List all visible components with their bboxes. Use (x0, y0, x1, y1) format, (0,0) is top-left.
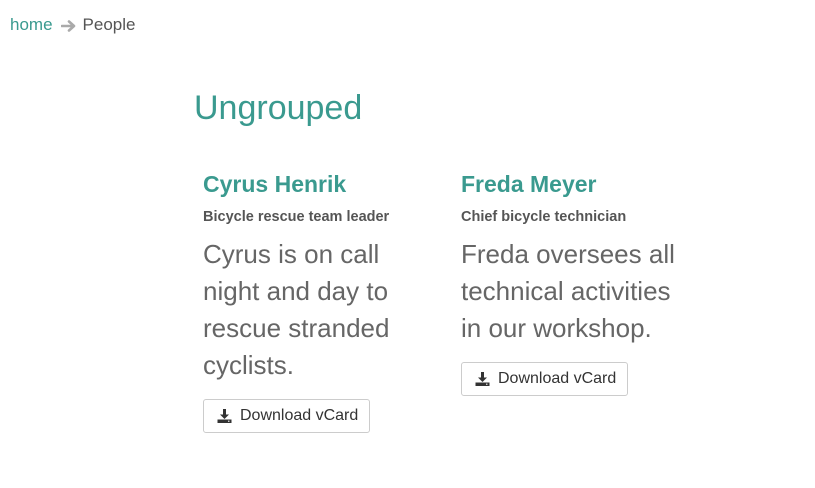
download-vcard-button[interactable]: Download vCard (461, 362, 629, 396)
breadcrumb-current: People (82, 15, 136, 34)
download-vcard-label: Download vCard (240, 407, 359, 424)
person-card-freda-meyer: Freda Meyer Chief bicycle technician Fre… (461, 167, 681, 396)
breadcrumb-home-link[interactable]: home (10, 15, 53, 35)
download-icon (217, 409, 232, 423)
person-role: Chief bicycle technician (461, 209, 627, 225)
person-bio: Freda oversees all technical activities … (461, 239, 675, 343)
person-bio: Cyrus is on call night and day to rescue… (203, 239, 390, 380)
download-vcard-label: Download vCard (498, 370, 617, 387)
person-card-cyrus-henrik: Cyrus Henrik Bicycle rescue team leader … (203, 167, 423, 433)
download-icon (475, 372, 490, 386)
group-title: Ungrouped (194, 89, 363, 127)
breadcrumb: home People (10, 14, 135, 36)
arrow-right-icon (60, 18, 77, 32)
person-name: Freda Meyer (461, 171, 597, 197)
download-vcard-button[interactable]: Download vCard (203, 399, 371, 433)
person-name: Cyrus Henrik (203, 171, 347, 197)
person-role: Bicycle rescue team leader (203, 209, 390, 225)
